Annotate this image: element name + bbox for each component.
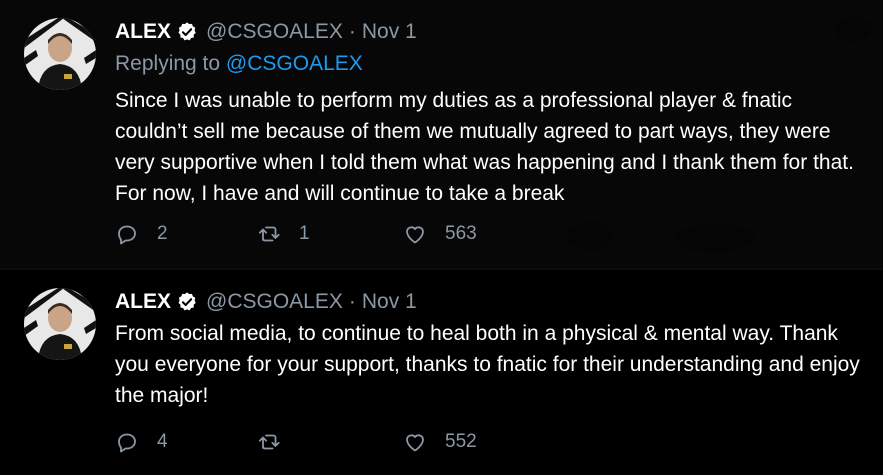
- avatar-image: [24, 18, 96, 90]
- verified-badge-icon: [178, 22, 196, 41]
- header-separator: ·: [348, 20, 356, 43]
- replying-to: Replying to @CSGOALEX: [115, 52, 363, 76]
- redacted-mark: [675, 224, 755, 252]
- tweet-1[interactable]: ALEX @CSGOALEX · Nov 1 Replying to @CSGO…: [0, 0, 883, 268]
- handle[interactable]: @CSGOALEX: [206, 20, 343, 44]
- header-separator: ·: [348, 290, 356, 313]
- reply-icon: [118, 225, 136, 245]
- avatar-image: [24, 288, 96, 360]
- redacted-mark: [835, 16, 871, 42]
- display-name[interactable]: ALEX: [115, 20, 171, 44]
- reply-count: 2: [157, 223, 168, 244]
- like-button[interactable]: 563: [403, 222, 477, 246]
- tweet-actions: 2 1 563: [115, 222, 875, 252]
- like-count: 563: [445, 223, 477, 244]
- tweet-text: From social media, to continue to heal b…: [115, 322, 860, 407]
- retweet-count: 1: [299, 223, 310, 244]
- reply-count: 4: [157, 431, 168, 452]
- retweet-icon: [258, 434, 280, 450]
- tweet-2[interactable]: ALEX @CSGOALEX · Nov 1 From social media…: [0, 270, 883, 475]
- tweet-date[interactable]: Nov 1: [362, 20, 417, 44]
- display-name[interactable]: ALEX: [115, 290, 171, 314]
- redacted-mark: [567, 222, 613, 250]
- replying-prefix: Replying to: [115, 52, 221, 75]
- tweet-date[interactable]: Nov 1: [362, 290, 417, 314]
- retweet-button[interactable]: [257, 430, 299, 454]
- reply-button[interactable]: 4: [115, 430, 168, 454]
- like-button[interactable]: 552: [403, 430, 477, 454]
- tweet-header: ALEX @CSGOALEX · Nov 1: [115, 18, 417, 46]
- reply-icon: [118, 433, 136, 453]
- verified-badge-icon: [178, 292, 196, 311]
- reply-button[interactable]: 2: [115, 222, 168, 246]
- tweet-text: Since I was unable to perform my duties …: [115, 89, 854, 205]
- avatar[interactable]: [24, 288, 96, 360]
- retweet-icon: [258, 226, 280, 242]
- retweet-button[interactable]: 1: [257, 222, 310, 246]
- like-icon: [406, 434, 424, 452]
- like-count: 552: [445, 431, 477, 452]
- tweet-header: ALEX @CSGOALEX · Nov 1: [115, 288, 417, 316]
- replying-mention-link[interactable]: @CSGOALEX: [226, 52, 363, 75]
- avatar[interactable]: [24, 18, 96, 90]
- tweet-actions: 4 552: [115, 430, 875, 460]
- like-icon: [406, 226, 424, 244]
- handle[interactable]: @CSGOALEX: [206, 290, 343, 314]
